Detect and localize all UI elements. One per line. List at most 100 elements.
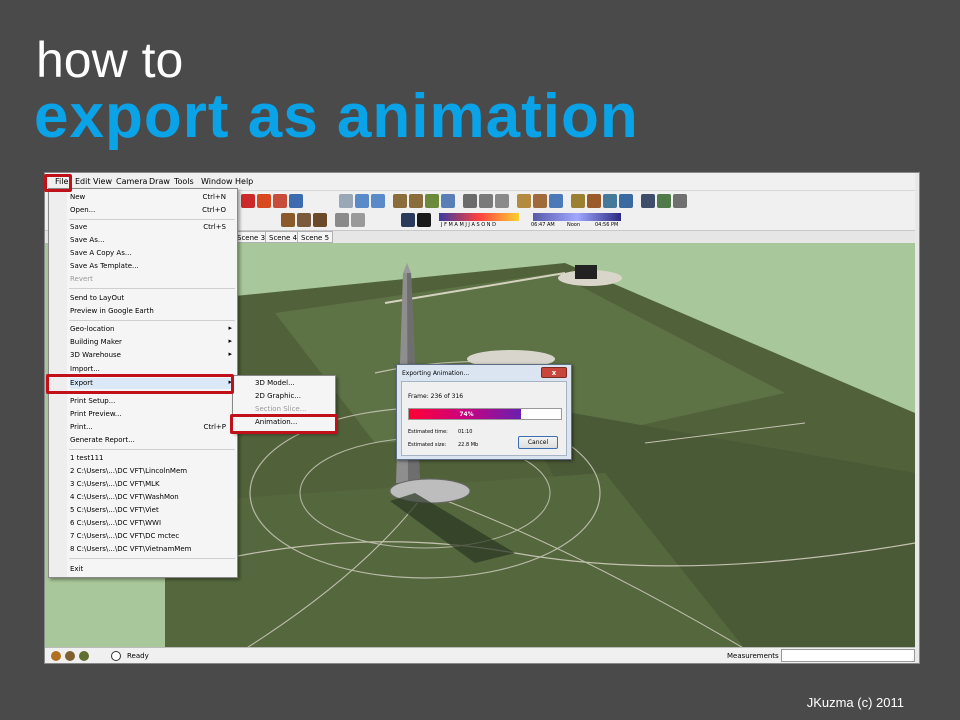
- top-view-icon[interactable]: [409, 194, 423, 208]
- menu-help[interactable]: Help: [235, 177, 253, 186]
- dialog-title: Exporting Animation...: [402, 370, 470, 377]
- textured-icon[interactable]: [533, 194, 547, 208]
- menu-item-recent-2[interactable]: 2 C:\Users\...\DC VFT\LincolnMem: [70, 466, 236, 477]
- house-outline-icon[interactable]: [335, 213, 349, 227]
- menu-edit[interactable]: Edit: [75, 177, 91, 186]
- right-view-icon[interactable]: [441, 194, 455, 208]
- user-icon[interactable]: [79, 651, 89, 661]
- tab-scene-3[interactable]: Scene 3: [233, 231, 270, 243]
- menu-item-save[interactable]: Save Ctrl+S: [70, 222, 236, 233]
- menu-item-geo-location[interactable]: Geo-location ▸: [70, 324, 236, 335]
- status-text: Ready: [127, 652, 149, 660]
- menu-separator: [69, 320, 235, 321]
- menu-draw[interactable]: Draw: [149, 177, 170, 186]
- camera-icon[interactable]: [641, 194, 655, 208]
- menu-separator: [69, 219, 235, 220]
- menu-item-send-to-layout[interactable]: Send to LayOut: [70, 293, 236, 304]
- tab-scene-5[interactable]: Scene 5: [297, 231, 334, 243]
- dialog-body: Frame: 236 of 316 74% Estimated time: 01…: [401, 381, 567, 456]
- cancel-button[interactable]: Cancel: [518, 436, 558, 449]
- submenu-arrow-icon: ▸: [228, 350, 232, 358]
- credits-icon[interactable]: [65, 651, 75, 661]
- menu-item-save-copy-as[interactable]: Save A Copy As...: [70, 248, 236, 259]
- menu-item-recent-6[interactable]: 6 C:\Users\...\DC VFT\WWI: [70, 518, 236, 529]
- menu-item-print-setup[interactable]: Print Setup...: [70, 396, 236, 407]
- submenu-arrow-icon: ▸: [228, 324, 232, 332]
- slide-title-line1: how to: [36, 32, 184, 88]
- menu-item-new[interactable]: New Ctrl+N: [70, 192, 236, 203]
- menu-item-building-maker[interactable]: Building Maker ▸: [70, 337, 236, 348]
- house-icon[interactable]: [281, 213, 295, 227]
- menu-separator: [69, 558, 235, 559]
- menu-item-recent-7[interactable]: 7 C:\Users\...\DC VFT\DC mctec: [70, 531, 236, 542]
- slide-title-line2: export as animation: [34, 82, 639, 151]
- warehouse-icon[interactable]: [587, 194, 601, 208]
- frame-counter: Frame: 236 of 316: [408, 393, 464, 400]
- iso-view-icon[interactable]: [393, 194, 407, 208]
- rotate-icon[interactable]: [257, 194, 271, 208]
- menu-item-generate-report[interactable]: Generate Report...: [70, 435, 236, 446]
- submenu-item-2d-graphic[interactable]: 2D Graphic...: [255, 392, 301, 403]
- wireframe-icon[interactable]: [479, 194, 493, 208]
- menu-item-recent-4[interactable]: 4 C:\Users\...\DC VFT\WashMon: [70, 492, 236, 503]
- menu-item-save-as-template[interactable]: Save As Template...: [70, 261, 236, 272]
- shaded-icon[interactable]: [517, 194, 531, 208]
- menu-item-print-preview[interactable]: Print Preview...: [70, 409, 236, 420]
- menu-item-recent-3[interactable]: 3 C:\Users\...\DC VFT\MLK: [70, 479, 236, 490]
- erase-icon[interactable]: [241, 194, 255, 208]
- hidden-line-icon[interactable]: [495, 194, 509, 208]
- shadow-icon[interactable]: [401, 213, 415, 227]
- menu-item-exit[interactable]: Exit: [70, 564, 236, 575]
- menu-camera[interactable]: Camera: [116, 177, 147, 186]
- measurements-label: Measurements: [727, 652, 779, 660]
- close-icon[interactable]: x: [541, 367, 567, 378]
- month-slider[interactable]: [439, 213, 519, 221]
- share-model-icon[interactable]: [603, 194, 617, 208]
- menu-item-print[interactable]: Print... Ctrl+P: [70, 422, 236, 433]
- menu-view[interactable]: View: [93, 177, 112, 186]
- walk-icon[interactable]: [657, 194, 671, 208]
- menu-item-revert[interactable]: Revert: [70, 274, 236, 285]
- estimated-size-label: Estimated size:: [408, 442, 447, 448]
- component-icon[interactable]: [673, 194, 687, 208]
- menu-item-open[interactable]: Open... Ctrl+O: [70, 205, 236, 216]
- globe-icon[interactable]: [619, 194, 633, 208]
- menu-item-recent-1[interactable]: 1 test111: [70, 453, 236, 464]
- fog-icon[interactable]: [417, 213, 431, 227]
- menu-window[interactable]: Window: [201, 177, 233, 186]
- export-progress-bar: 74%: [408, 408, 562, 420]
- zoom-window-icon[interactable]: [371, 194, 385, 208]
- house-front-icon[interactable]: [297, 213, 311, 227]
- offset-icon[interactable]: [289, 194, 303, 208]
- highlight-file-menu: [44, 174, 72, 192]
- monochrome-icon[interactable]: [549, 194, 563, 208]
- highlight-animation-item: [230, 414, 338, 434]
- menu-item-save-as[interactable]: Save As...: [70, 235, 236, 246]
- followme-icon[interactable]: [273, 194, 287, 208]
- time-slider[interactable]: [533, 213, 621, 221]
- footer-credit: JKuzma (c) 2011: [806, 695, 904, 710]
- house-side-icon[interactable]: [313, 213, 327, 227]
- tab-scene-4[interactable]: Scene 4: [265, 231, 302, 243]
- house-back-icon[interactable]: [351, 213, 365, 227]
- menu-tools[interactable]: Tools: [174, 177, 194, 186]
- xray-icon[interactable]: [463, 194, 477, 208]
- submenu-arrow-icon: ▸: [228, 337, 232, 345]
- highlight-export-item: [46, 374, 234, 394]
- geo-location-icon[interactable]: [51, 651, 61, 661]
- front-view-icon[interactable]: [425, 194, 439, 208]
- zoom-icon[interactable]: [355, 194, 369, 208]
- help-icon[interactable]: [111, 651, 121, 661]
- menu-item-recent-8[interactable]: 8 C:\Users\...\DC VFT\VietnamMem: [70, 544, 236, 555]
- menu-item-3d-warehouse[interactable]: 3D Warehouse ▸: [70, 350, 236, 361]
- progress-percent: 74%: [459, 411, 474, 418]
- vertical-scrollbar[interactable]: [915, 173, 919, 663]
- submenu-item-3d-model[interactable]: 3D Model...: [255, 379, 295, 390]
- estimated-time-label: Estimated time:: [408, 429, 448, 435]
- measurements-input[interactable]: [781, 649, 915, 662]
- estimated-time-value: 01:10: [458, 429, 473, 435]
- menu-item-recent-5[interactable]: 5 C:\Users\...\DC VFT\Viet: [70, 505, 236, 516]
- menu-item-preview-google-earth[interactable]: Preview in Google Earth: [70, 306, 236, 317]
- google-earth-icon[interactable]: [571, 194, 585, 208]
- orbit-icon[interactable]: [339, 194, 353, 208]
